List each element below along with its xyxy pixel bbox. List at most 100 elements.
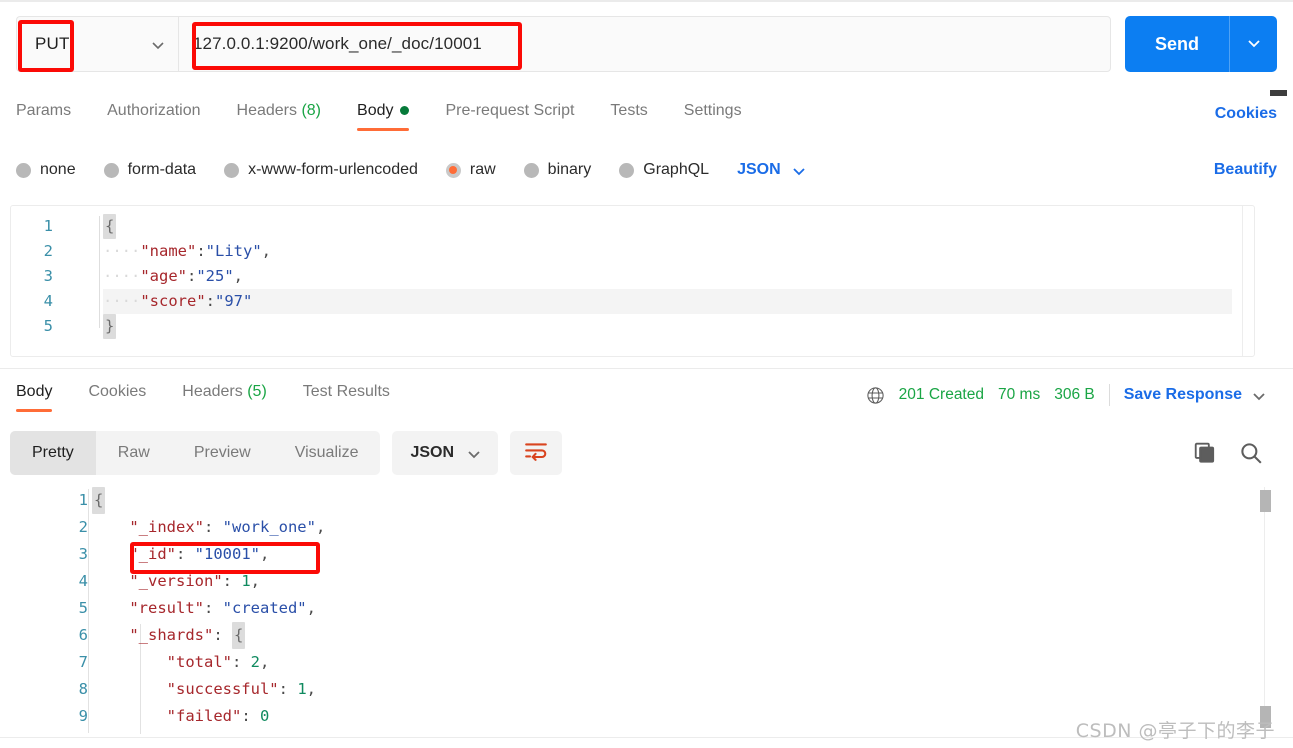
response-action-icons xyxy=(1193,441,1283,465)
url-input[interactable]: 127.0.0.1:9200/work_one/_doc/10001 xyxy=(178,16,1111,72)
json-key: "name" xyxy=(140,242,197,260)
copy-icon[interactable] xyxy=(1193,441,1217,465)
line-number: 2 xyxy=(43,242,53,260)
tab-label: Cookies xyxy=(88,382,147,400)
beautify-button[interactable]: Beautify xyxy=(1214,161,1277,179)
json-value: "Lity" xyxy=(205,242,262,260)
body-type-row: none form-data x-www-form-urlencoded raw… xyxy=(0,150,1293,190)
word-wrap-button[interactable] xyxy=(510,431,563,475)
send-button[interactable]: Send xyxy=(1124,16,1229,72)
code-line: "_index": "work_one", xyxy=(92,514,1263,541)
brace-open: { xyxy=(103,214,117,239)
response-headers-count: (5) xyxy=(247,382,267,400)
radio-icon xyxy=(16,162,31,178)
request-editor-scrollbar[interactable] xyxy=(1242,206,1250,356)
response-tab-test-results[interactable]: Test Results xyxy=(303,383,390,408)
colon: : xyxy=(203,599,223,617)
response-scroll-thumb[interactable] xyxy=(1260,490,1271,512)
json-key: "successful" xyxy=(166,680,279,698)
body-type-label: raw xyxy=(469,161,496,178)
tab-label: Headers xyxy=(236,101,297,119)
request-editor-scroll-thumb[interactable] xyxy=(1270,90,1287,96)
json-value: 2 xyxy=(250,653,260,671)
json-value: 1 xyxy=(241,572,251,590)
colon: : xyxy=(213,626,232,644)
line-number: 1 xyxy=(78,491,88,509)
response-meta: 201 Created 70 ms 306 B Save Response xyxy=(866,384,1277,406)
http-method-selector[interactable]: PUT xyxy=(16,16,178,72)
chevron-down-icon xyxy=(791,163,805,177)
chevron-down-icon xyxy=(150,37,164,51)
view-mode-visualize[interactable]: Visualize xyxy=(273,431,381,475)
response-body-viewer[interactable]: 1 2 3 4 5 6 7 8 9 { "_index": "work_one"… xyxy=(0,487,1293,735)
tab-body[interactable]: Body xyxy=(357,102,410,131)
response-status: 201 Created xyxy=(898,386,984,403)
comma: , xyxy=(233,267,244,285)
tab-settings[interactable]: Settings xyxy=(684,102,742,127)
comma: , xyxy=(306,599,316,617)
colon: : xyxy=(241,707,260,725)
tab-label: Settings xyxy=(683,101,742,119)
response-tab-headers[interactable]: Headers (5) xyxy=(182,383,267,408)
tab-pre-request-script[interactable]: Pre-request Script xyxy=(445,102,574,127)
tab-params[interactable]: Params xyxy=(16,102,71,127)
divider xyxy=(1108,384,1110,406)
comma: , xyxy=(260,653,270,671)
response-tab-body[interactable]: Body xyxy=(16,383,53,412)
tab-headers[interactable]: Headers (8) xyxy=(237,102,322,127)
chevron-down-icon xyxy=(1251,388,1265,402)
body-type-raw[interactable]: raw xyxy=(445,161,496,179)
json-value: "97" xyxy=(215,292,253,310)
line-number: 2 xyxy=(78,518,88,536)
json-value: 1 xyxy=(297,680,307,698)
colon: : xyxy=(203,518,223,536)
response-time: 70 ms xyxy=(997,386,1041,403)
json-key: "failed" xyxy=(166,707,242,725)
response-scrollbar-track[interactable] xyxy=(1264,487,1265,737)
view-mode-raw[interactable]: Raw xyxy=(96,431,172,475)
request-format-label: JSON xyxy=(737,161,781,178)
response-tab-cookies[interactable]: Cookies xyxy=(88,383,146,408)
response-format-selector[interactable]: JSON xyxy=(392,431,499,475)
line-number: 4 xyxy=(78,572,88,590)
save-response-button[interactable]: Save Response xyxy=(1124,386,1265,404)
body-type-none[interactable]: none xyxy=(16,161,76,179)
http-method-label: PUT xyxy=(35,34,70,53)
body-type-x-www-form-urlencoded[interactable]: x-www-form-urlencoded xyxy=(224,161,418,179)
json-key: "age" xyxy=(140,267,187,285)
tab-tests[interactable]: Tests xyxy=(610,102,647,127)
send-options-button[interactable] xyxy=(1229,16,1277,72)
body-type-graphql[interactable]: GraphQL xyxy=(619,161,709,179)
request-format-selector[interactable]: JSON xyxy=(737,161,805,179)
code-line: { xyxy=(92,487,1263,514)
watermark: CSDN @亭子下的李子 xyxy=(1075,720,1275,742)
body-type-label: binary xyxy=(547,161,592,178)
brace-open: { xyxy=(232,622,246,649)
request-body-editor[interactable]: 1 2 3 4 5 { ····"name":"Lity", ····"age"… xyxy=(10,205,1255,357)
code-line: } xyxy=(103,314,1232,339)
tab-authorization[interactable]: Authorization xyxy=(107,102,200,127)
request-url-bar: PUT 127.0.0.1:9200/work_one/_doc/10001 S… xyxy=(0,8,1293,80)
code-line: ····"score":"97" xyxy=(103,289,1232,314)
cookies-link[interactable]: Cookies xyxy=(1215,105,1277,123)
code-line: "successful": 1, xyxy=(92,676,1263,703)
indent-guide xyxy=(88,489,89,733)
window-top-divider xyxy=(0,0,1293,2)
line-number: 7 xyxy=(78,653,88,671)
body-type-form-data[interactable]: form-data xyxy=(103,161,197,179)
response-tab-bar: Body Cookies Headers (5) Test Results 20… xyxy=(0,375,1293,415)
chevron-down-icon xyxy=(1246,35,1262,54)
view-mode-pretty[interactable]: Pretty xyxy=(10,431,96,475)
body-type-label: GraphQL xyxy=(643,161,710,178)
colon: : xyxy=(278,680,298,698)
body-type-binary[interactable]: binary xyxy=(523,161,592,179)
search-icon[interactable] xyxy=(1239,441,1263,465)
indent-dots: ···· xyxy=(103,242,141,260)
json-value: "created" xyxy=(222,599,307,617)
code-line: { xyxy=(103,214,1232,239)
body-type-label: form-data xyxy=(127,161,197,178)
view-mode-preview[interactable]: Preview xyxy=(172,431,273,475)
indent-dots: ···· xyxy=(103,292,141,310)
comma: , xyxy=(250,572,261,590)
line-number: 1 xyxy=(43,217,53,235)
